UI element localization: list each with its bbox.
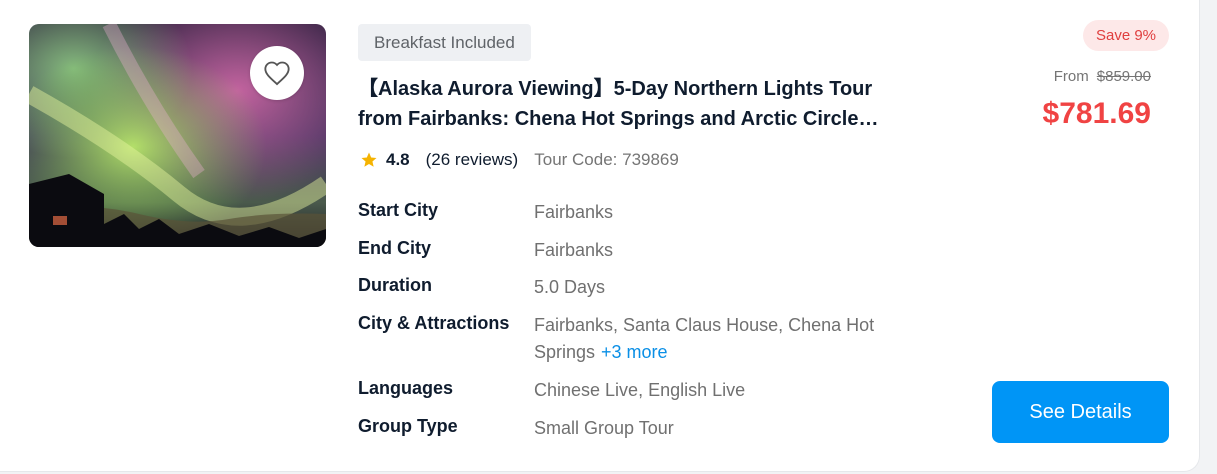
languages-label: Languages xyxy=(358,378,454,398)
from-price: From $859.00 xyxy=(1054,68,1151,85)
attractions-text: Fairbanks, Santa Claus House, Chena Hot … xyxy=(534,315,875,362)
tour-title-line-2: from Fairbanks: Chena Hot Springs and Ar… xyxy=(358,108,879,130)
see-details-button[interactable]: See Details xyxy=(992,381,1169,443)
start-city-value: Fairbanks xyxy=(534,202,614,222)
tour-title-line-1: 【Alaska Aurora Viewing】5-Day Northern Li… xyxy=(358,78,873,100)
tour-title[interactable]: 【Alaska Aurora Viewing】5-Day Northern Li… xyxy=(358,74,928,134)
reviews-link[interactable]: (26 reviews) xyxy=(426,150,519,170)
heart-outline-icon xyxy=(264,61,290,86)
tour-code: Tour Code: 739869 xyxy=(534,150,679,169)
original-price: $859.00 xyxy=(1096,68,1151,85)
star-icon xyxy=(361,152,377,167)
rating-row: 4.8 (26 reviews) Tour Code: 739869 xyxy=(360,148,679,172)
group-type-label: Group Type xyxy=(358,416,458,436)
save-badge: Save 9% xyxy=(1083,20,1169,51)
current-price: $781.69 xyxy=(1042,97,1151,130)
from-label: From xyxy=(1053,68,1089,85)
end-city-value: Fairbanks xyxy=(534,240,614,260)
more-attractions-link[interactable]: +3 more xyxy=(601,342,668,362)
duration-label: Duration xyxy=(358,275,432,295)
end-city-label: End City xyxy=(358,238,432,258)
group-type-value: Small Group Tour xyxy=(534,418,674,438)
languages-value: Chinese Live, English Live xyxy=(534,380,746,400)
tour-card: Breakfast Included 【Alaska Aurora Viewin… xyxy=(0,0,1200,472)
start-city-label: Start City xyxy=(358,200,439,220)
favorite-button[interactable] xyxy=(250,46,304,100)
rating-score: 4.8 xyxy=(386,150,410,169)
duration-value: 5.0 Days xyxy=(534,277,606,297)
attractions-value: Fairbanks, Santa Claus House, Chena Hot … xyxy=(534,312,904,366)
breakfast-badge: Breakfast Included xyxy=(358,24,531,61)
attractions-label: City & Attractions xyxy=(358,313,510,333)
